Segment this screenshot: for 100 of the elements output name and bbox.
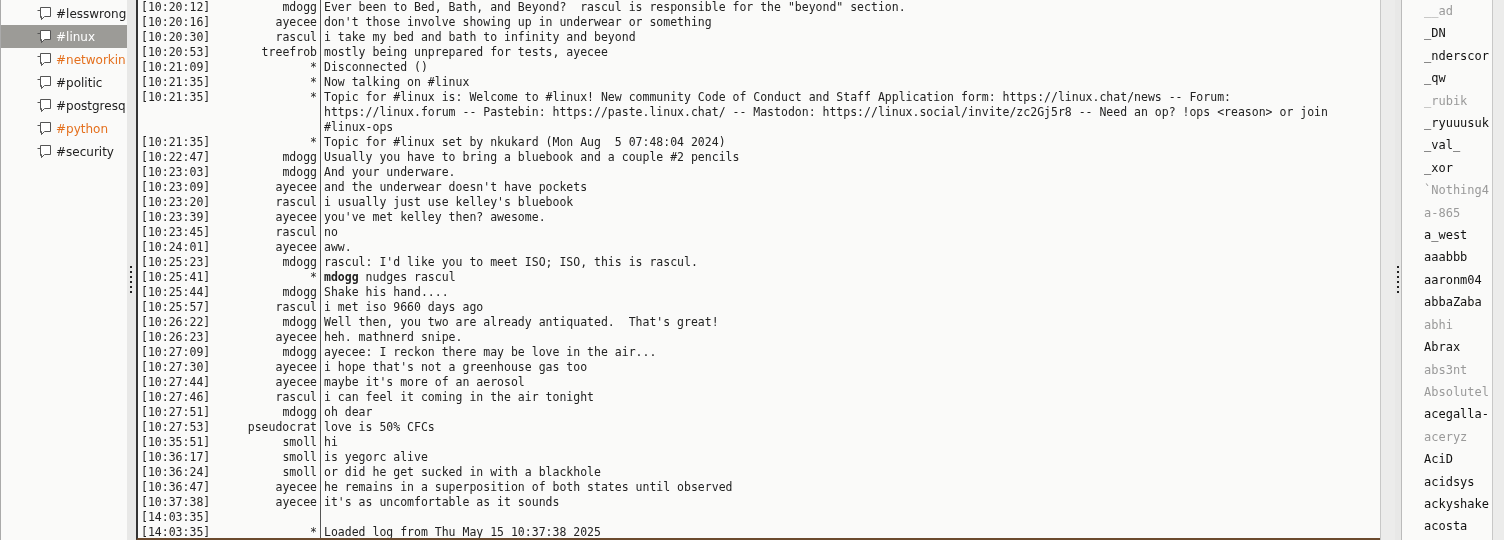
timestamp: [10:36:47] [141, 480, 211, 495]
nickname: smoll [282, 435, 317, 450]
timestamp: [10:27:44] [141, 375, 211, 390]
channel-item[interactable]: #politic [1, 71, 127, 94]
timestamp: [10:23:20] [141, 195, 211, 210]
timestamp: [14:03:35] [141, 510, 211, 525]
message-text: i met iso 9660 days ago [324, 300, 484, 314]
speech-bubble-icon [36, 121, 52, 136]
message-text: And your underware. [324, 165, 456, 179]
nickname: ayecee [275, 15, 317, 30]
timestamp: [10:23:03] [141, 165, 211, 180]
nickname: rascul [275, 30, 317, 45]
message-text: love is 50% CFCs [324, 420, 435, 434]
timestamp: [14:03:35] [141, 525, 211, 538]
timestamp: [10:23:09] [141, 180, 211, 195]
timestamp: [10:25:44] [141, 285, 211, 300]
nickname: ayecee [275, 495, 317, 510]
speech-bubble-icon [36, 75, 52, 90]
timestamp: [10:26:22] [141, 315, 211, 330]
nickname: mdogg [282, 255, 317, 270]
scrollbar[interactable] [1492, 0, 1504, 540]
nickname: ayecee [275, 480, 317, 495]
nickname: treefrob [261, 45, 317, 60]
timestamp: [10:25:41] [141, 270, 211, 285]
message-text: Topic for #linux set by nkukard (Mon Aug 5 07:48:04 2024) [324, 135, 726, 149]
timestamp: [10:36:17] [141, 450, 211, 465]
nickname: ayecee [275, 180, 317, 195]
user-item[interactable]: acidsys [1424, 470, 1492, 493]
nickname: rascul [275, 300, 317, 315]
user-item[interactable]: Abrax [1424, 336, 1492, 359]
nickname: ayecee [275, 330, 317, 345]
timestamp: [10:27:30] [141, 360, 211, 375]
timestamp: [10:25:57] [141, 300, 211, 315]
user-item[interactable]: acegalla- [1424, 403, 1492, 426]
nickname: ayecee [275, 240, 317, 255]
message-text: Usually you have to bring a bluebook and a couple #2 pencils [324, 150, 740, 164]
speech-bubble-icon [36, 144, 52, 159]
user-item[interactable]: _nderscor [1424, 44, 1492, 68]
nickname: ayecee [275, 210, 317, 225]
nickname: * [310, 60, 317, 75]
timestamp: [10:23:39] [141, 210, 211, 225]
message-text: hi [324, 435, 338, 449]
nickname: rascul [275, 195, 317, 210]
user-item[interactable]: aaronm04 [1424, 268, 1492, 292]
user-item[interactable]: _DN [1424, 22, 1492, 45]
timestamp: [10:21:35] [141, 75, 211, 90]
user-item[interactable]: a_west [1424, 224, 1492, 247]
timestamp: [10:20:53] [141, 45, 211, 60]
message-text: Loaded log from Thu May 15 10:37:38 2025 [324, 525, 601, 538]
message-text: Disconnected () [324, 60, 428, 74]
message-text: no [324, 225, 338, 239]
message-text: i take my bed and bath to infinity and beyond [324, 30, 636, 44]
nickname: * [310, 75, 317, 90]
nickname: mdogg [282, 285, 317, 300]
timestamp: [10:36:24] [141, 465, 211, 480]
user-item[interactable]: _xor [1424, 156, 1492, 180]
pane-handle[interactable] [1396, 265, 1400, 295]
channel-item[interactable]: #postgresq [1, 94, 127, 117]
nickname: rascul [275, 225, 317, 240]
nickname: ayecee [275, 375, 317, 390]
speech-bubble-icon [36, 29, 52, 44]
timestamp: [10:21:35] [141, 135, 211, 150]
message-text: rascul: I'd like you to meet ISO; ISO, this is rascul. [324, 255, 698, 269]
channel-item[interactable]: #lesswrong [1, 2, 127, 25]
nickname: mdogg [282, 405, 317, 420]
message-text: Well then, you two are already antiquated. That's great! [324, 315, 719, 329]
timestamp: [10:21:09] [141, 60, 211, 75]
message-text: heh. mathnerd snipe. [324, 330, 463, 344]
user-item[interactable]: _ryuuusuk [1424, 112, 1492, 135]
nickname: smoll [282, 465, 317, 480]
message-text: mdogg nudges rascul [324, 270, 456, 284]
nickname: * [310, 90, 317, 106]
nickname: mdogg [282, 0, 317, 15]
timestamp: [10:27:46] [141, 390, 211, 405]
speech-bubble-icon [36, 52, 52, 67]
user-item[interactable]: AciD [1424, 448, 1492, 471]
timestamp: [10:27:51] [141, 405, 211, 420]
user-item[interactable]: acosta [1424, 515, 1492, 538]
message-text: Ever been to Bed, Bath, and Beyond? rascul is responsible for the "beyond" section. [324, 0, 906, 14]
timestamp: [10:21:35] [141, 90, 211, 106]
message-text: oh dear [324, 405, 373, 419]
user-item[interactable]: aaabbb [1424, 246, 1492, 269]
message-text: maybe it's more of an aerosol [324, 375, 525, 389]
channel-item[interactable]: #security [1, 140, 127, 163]
message-text: you've met kelley then? awesome. [324, 210, 546, 224]
message-text: it's as uncomfortable as it sounds [324, 495, 560, 509]
user-item[interactable]: abbaZaba [1424, 291, 1492, 314]
message-text: ayecee: I reckon there may be love in the air... [324, 345, 657, 359]
user-item[interactable]: _val_ [1424, 134, 1492, 157]
timestamp: [10:23:45] [141, 225, 211, 240]
timestamp: [10:20:30] [141, 30, 211, 45]
nickname: * [310, 135, 317, 150]
nickname: * [310, 525, 317, 538]
user-item[interactable]: _qw [1424, 67, 1492, 90]
message-text: don't those involve showing up in underwear or something [324, 15, 712, 29]
user-item[interactable]: ackyshake [1424, 492, 1492, 516]
message-text: is yegorc alive [324, 450, 428, 464]
pane-handle[interactable] [130, 265, 133, 295]
timestamp: [10:35:51] [141, 435, 211, 450]
scrollbar[interactable] [1380, 0, 1395, 540]
